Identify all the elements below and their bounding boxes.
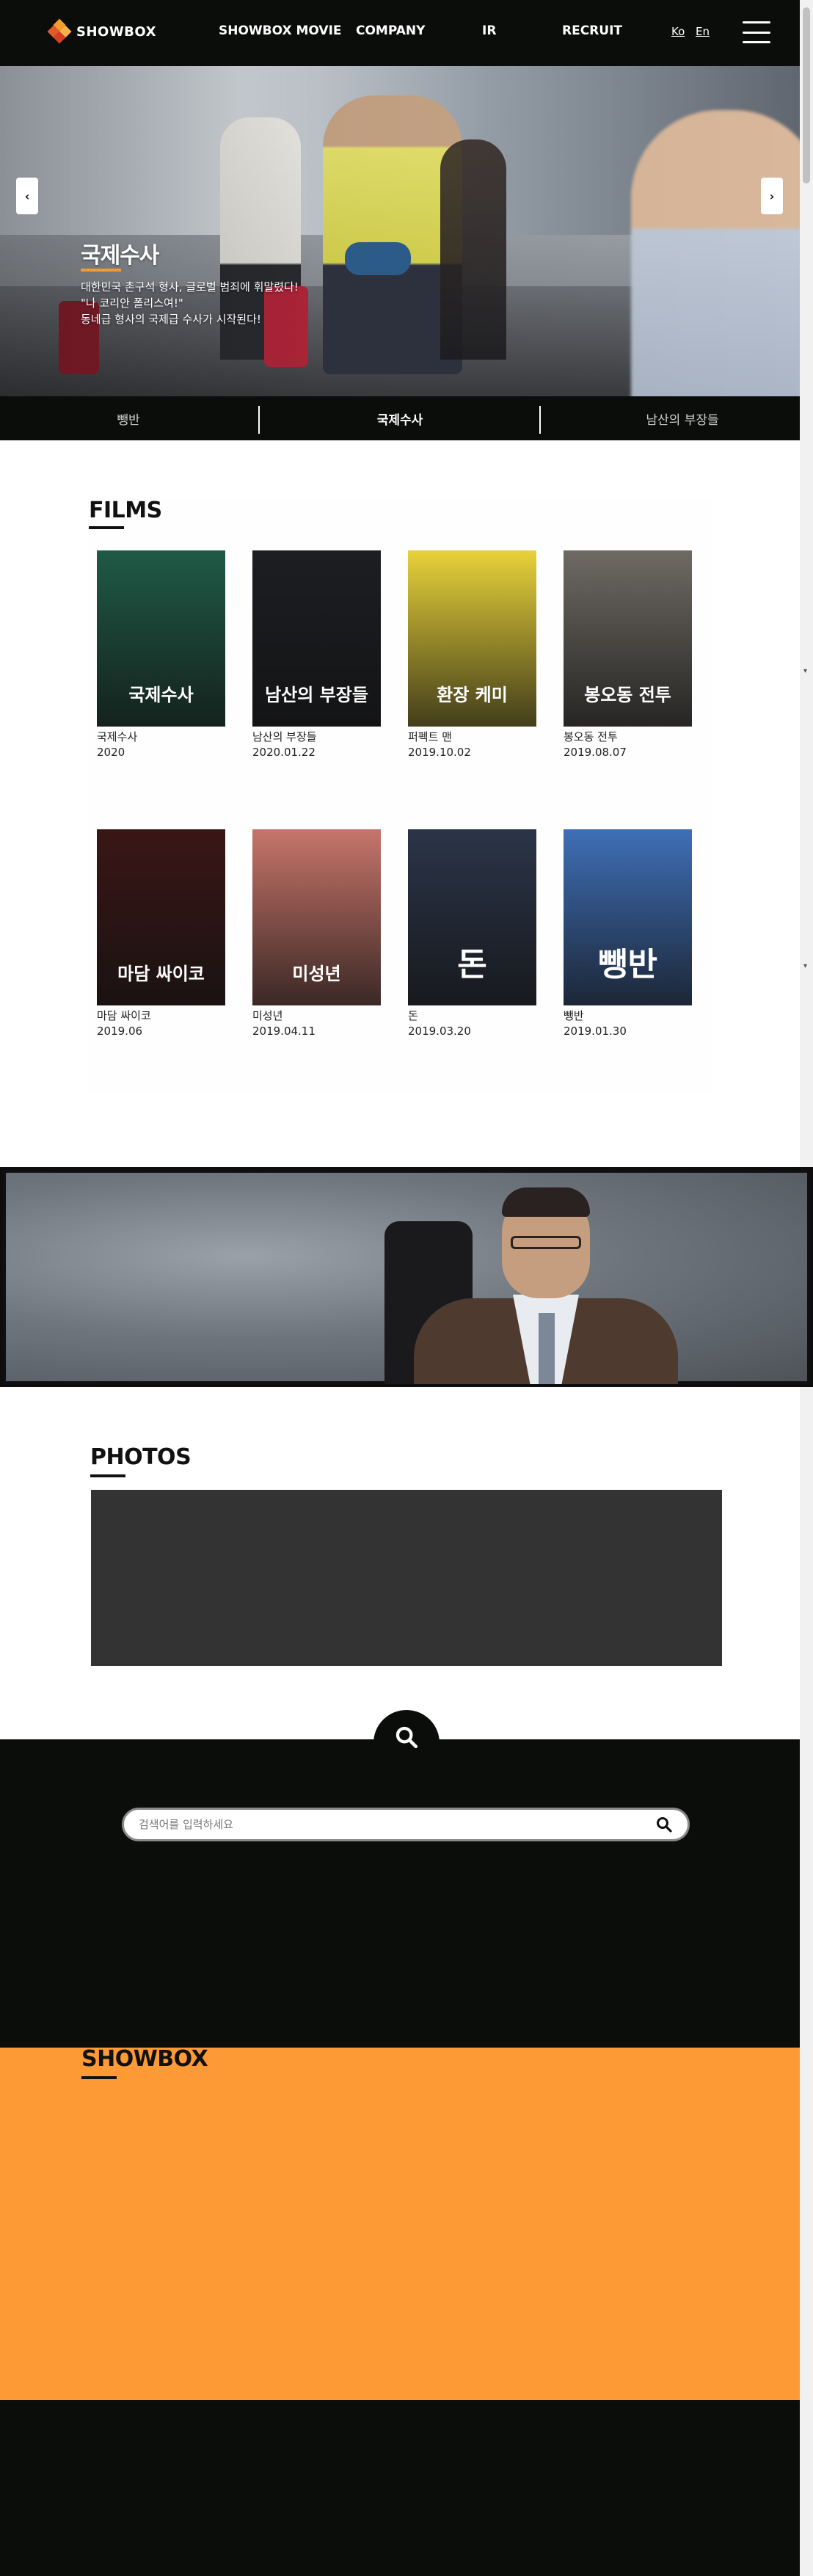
hero-slider: 국제수사 대한민국 촌구석 형사, 글로벌 범죄에 휘말렸다! "나 코리안 폴…	[0, 66, 800, 396]
poster-title: 봉오동 전투	[584, 685, 671, 705]
film-title[interactable]: 국제수사	[97, 729, 225, 744]
hero-description: 대한민국 촌구석 형사, 글로벌 범죄에 휘말렸다! "나 코리안 폴리스여!"…	[81, 279, 299, 327]
film-title[interactable]: 마담 싸이코	[97, 1008, 225, 1023]
film-release-date: 2020.01.22	[252, 746, 316, 759]
film-card[interactable]: 남산의 부장들 남산의 부장들 2020.01.22	[252, 550, 381, 759]
site-header: SHOWBOX SHOWBOX MOVIE COMPANY IR RECRUIT…	[0, 0, 800, 66]
film-release-date: 2019.03.20	[408, 1025, 471, 1038]
film-card[interactable]: 미성년 미성년 2019.04.11	[252, 829, 381, 1038]
film-title[interactable]: 미성년	[252, 1008, 381, 1023]
film-title[interactable]: 봉오동 전투	[564, 729, 692, 744]
tab-divider	[258, 406, 260, 434]
tab-ppaengban[interactable]: 뺑반	[0, 396, 257, 440]
section-title-underline	[89, 526, 124, 529]
chevron-right-icon: ›	[769, 189, 775, 203]
hero-next-button[interactable]: ›	[761, 178, 783, 214]
footer-title: SHOWBOX	[81, 2046, 208, 2072]
film-release-date: 2019.01.30	[564, 1025, 627, 1038]
scroll-marker-icon: ▾	[803, 962, 808, 970]
tab-divider	[539, 406, 541, 434]
poster-title: 미성년	[292, 964, 341, 984]
lang-ko-link[interactable]: Ko	[671, 25, 685, 38]
footer-bottom	[0, 2400, 800, 2576]
film-poster[interactable]: 환장 케미	[408, 550, 536, 727]
search-submit-icon[interactable]	[655, 1816, 673, 1833]
search-bar	[122, 1808, 690, 1841]
poster-title: 국제수사	[128, 685, 194, 705]
showbox-logo[interactable]: SHOWBOX	[47, 18, 156, 44]
film-release-date: 2020	[97, 746, 125, 759]
lang-en-link[interactable]: En	[696, 25, 710, 38]
film-poster[interactable]: 돈	[408, 829, 536, 1005]
film-poster[interactable]: 뺑반	[564, 829, 692, 1005]
search-toggle-button[interactable]	[373, 1710, 440, 1776]
film-card[interactable]: 환장 케미퍼펙트 맨 2019.10.02	[408, 550, 536, 759]
scroll-marker-icon: ▾	[803, 667, 808, 675]
section-title-underline	[81, 2076, 117, 2079]
hero-title: 국제수사	[81, 243, 159, 269]
nav-company[interactable]: COMPANY	[356, 23, 425, 38]
film-release-date: 2019.04.11	[252, 1025, 316, 1038]
menu-hamburger-icon[interactable]	[743, 21, 770, 43]
tab-namsan[interactable]: 남산의 부장들	[554, 396, 811, 440]
hero-overlay	[0, 66, 800, 396]
poster-title: 마담 싸이코	[117, 964, 205, 984]
nav-showbox-movie[interactable]: SHOWBOX MOVIE	[219, 23, 342, 38]
film-card[interactable]: 봉오동 전투 봉오동 전투 2019.08.07	[564, 550, 692, 759]
films-section-title: FILMS	[89, 498, 162, 523]
film-card[interactable]: 국제수사 국제수사 2020	[97, 550, 225, 759]
poster-title: 환장 케미	[437, 685, 508, 705]
nav-ir[interactable]: IR	[482, 23, 496, 38]
hero-desc-line: "나 코리안 폴리스여!"	[81, 296, 183, 310]
promo-banner[interactable]	[0, 1167, 813, 1387]
hero-tabs: 뺑반 국제수사 남산의 부장들	[0, 396, 800, 440]
film-poster[interactable]: 마담 싸이코	[97, 829, 225, 1005]
film-poster[interactable]: 봉오동 전투	[564, 550, 692, 727]
banner-hair	[502, 1187, 590, 1217]
search-icon	[395, 1726, 418, 1749]
film-release-date: 2019.08.07	[564, 746, 627, 759]
film-card[interactable]: 마담 싸이코 마담 싸이코 2019.06	[97, 829, 225, 1038]
banner-glasses	[511, 1236, 581, 1249]
film-poster[interactable]: 미성년	[252, 829, 381, 1005]
film-card[interactable]: 뺑반 뺑반 2019.01.30	[564, 829, 692, 1038]
chevron-left-icon: ‹	[24, 189, 30, 203]
section-title-underline	[90, 1474, 125, 1477]
poster-title: 남산의 부장들	[265, 685, 368, 705]
banner-figure	[384, 1177, 722, 1384]
film-release-date: 2019.10.02	[408, 746, 471, 759]
logo-text: SHOWBOX	[76, 23, 156, 40]
hero-prev-button[interactable]: ‹	[16, 178, 38, 214]
film-poster[interactable]: 국제수사	[97, 550, 225, 727]
footer-showbox-section	[0, 2048, 800, 2400]
scrollbar-thumb[interactable]	[803, 7, 810, 183]
poster-title: 뺑반	[598, 946, 657, 983]
banner-tie	[539, 1313, 555, 1384]
photos-gallery[interactable]	[91, 1490, 722, 1666]
search-section	[0, 1739, 800, 2048]
film-release-date: 2019.06	[97, 1025, 143, 1038]
film-title[interactable]: 돈	[408, 1008, 536, 1023]
tab-gukjesusa[interactable]: 국제수사	[271, 396, 528, 440]
hero-desc-line: 동네급 형사의 국제급 수사가 시작된다!	[81, 313, 261, 326]
search-input[interactable]	[139, 1818, 655, 1831]
film-title[interactable]: 남산의 부장들	[252, 729, 381, 744]
nav-recruit[interactable]: RECRUIT	[562, 23, 622, 38]
film-title[interactable]: 뺑반	[564, 1008, 692, 1023]
logo-mark-icon	[47, 18, 72, 44]
hero-desc-line: 대한민국 촌구석 형사, 글로벌 범죄에 휘말렸다!	[81, 280, 299, 294]
poster-title: 돈	[457, 946, 487, 983]
hero-title-underline	[81, 269, 121, 272]
film-poster[interactable]: 남산의 부장들	[252, 550, 381, 727]
photos-section-title: PHOTOS	[90, 1444, 192, 1470]
film-title[interactable]: 퍼펙트 맨	[408, 729, 536, 744]
film-card[interactable]: 돈 돈 2019.03.20	[408, 829, 536, 1038]
